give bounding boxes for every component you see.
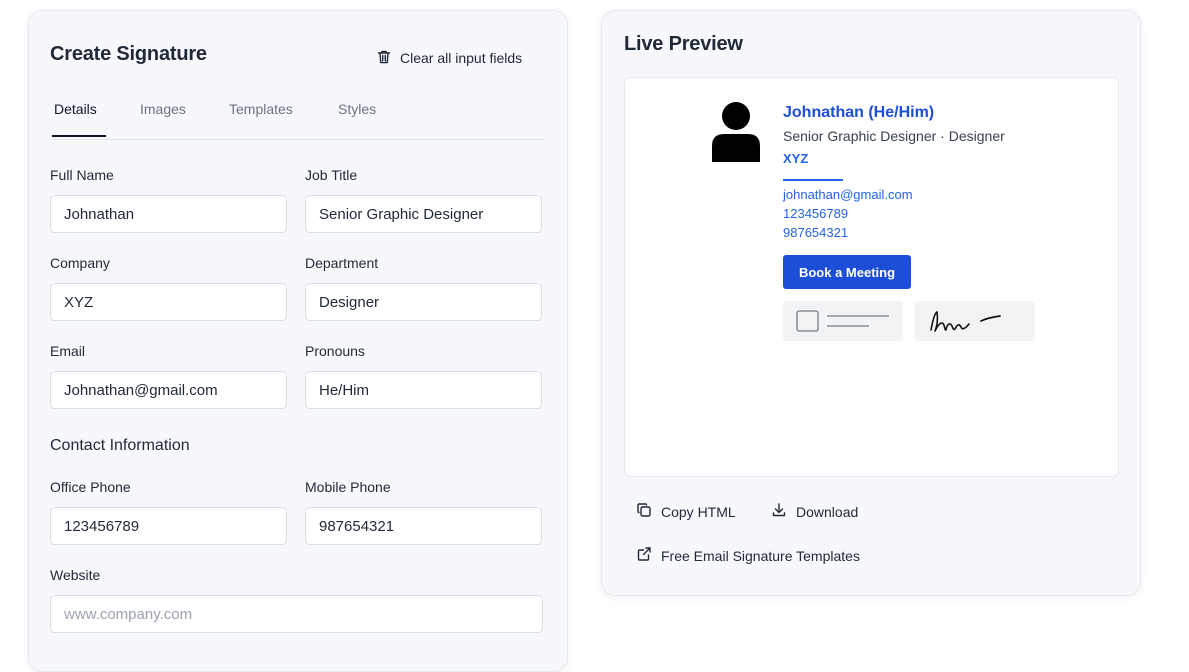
download-button[interactable]: Download	[771, 502, 858, 521]
contact-section-heading: Contact Information	[50, 437, 190, 454]
email-label: Email	[50, 343, 86, 359]
download-icon	[771, 502, 787, 521]
signature-image	[915, 301, 1035, 341]
book-meeting-button[interactable]: Book a Meeting	[783, 255, 911, 289]
signature-phone-mobile[interactable]: 987654321	[783, 225, 848, 240]
mobile-phone-input[interactable]	[305, 507, 542, 545]
preview-title: Live Preview	[624, 33, 743, 55]
clear-fields-button[interactable]: Clear all input fields	[376, 47, 522, 69]
job-title-label: Job Title	[305, 167, 358, 183]
editor-tabs: Details Images Templates Styles	[50, 99, 545, 140]
tab-templates[interactable]: Templates	[229, 101, 293, 117]
signature-divider	[783, 179, 843, 181]
email-input[interactable]	[50, 371, 287, 409]
signature-phone-office[interactable]: 123456789	[783, 206, 848, 221]
handwritten-signature-icon	[930, 311, 1001, 332]
website-input[interactable]	[50, 595, 543, 633]
banner-placeholder-icon	[796, 310, 889, 332]
signature-company: XYZ	[783, 151, 809, 166]
signature-name: Johnathan (He/Him)	[783, 104, 935, 121]
free-templates-link[interactable]: Free Email Signature Templates	[636, 546, 860, 565]
external-link-icon	[636, 546, 652, 565]
full-name-input[interactable]	[50, 195, 287, 233]
signature-email-link[interactable]: johnathan@gmail.com	[783, 187, 913, 202]
copy-html-label: Copy HTML	[661, 503, 736, 520]
full-name-label: Full Name	[50, 167, 114, 183]
tab-details[interactable]: Details	[54, 101, 97, 117]
office-phone-label: Office Phone	[50, 479, 131, 495]
copy-html-button[interactable]: Copy HTML	[636, 502, 736, 521]
department-input[interactable]	[305, 283, 542, 321]
website-label: Website	[50, 567, 101, 583]
signature-editor-panel: Create Signature Clear all input fields …	[28, 10, 568, 672]
company-label: Company	[50, 255, 110, 271]
company-input[interactable]	[50, 283, 287, 321]
banner-placeholder	[783, 301, 903, 341]
clear-fields-label: Clear all input fields	[400, 50, 523, 66]
signature-role: Senior Graphic Designer · Designer	[783, 128, 1005, 144]
job-title-input[interactable]	[305, 195, 542, 233]
signature-preview-card: Johnathan (He/Him) Senior Graphic Design…	[624, 77, 1119, 477]
active-tab-indicator	[52, 135, 106, 137]
avatar-icon	[710, 102, 762, 162]
tab-images[interactable]: Images	[140, 101, 186, 117]
copy-icon	[636, 502, 652, 521]
live-preview-panel: Live Preview Johnathan (He/Him) Senior G…	[601, 10, 1141, 596]
trash-icon	[376, 49, 392, 68]
download-label: Download	[796, 503, 859, 520]
tab-styles[interactable]: Styles	[338, 101, 376, 117]
department-label: Department	[305, 255, 379, 271]
mobile-phone-label: Mobile Phone	[305, 479, 391, 495]
editor-title: Create Signature	[50, 43, 207, 65]
pronouns-label: Pronouns	[305, 343, 365, 359]
pronouns-input[interactable]	[305, 371, 542, 409]
free-templates-label: Free Email Signature Templates	[661, 547, 860, 564]
office-phone-input[interactable]	[50, 507, 287, 545]
